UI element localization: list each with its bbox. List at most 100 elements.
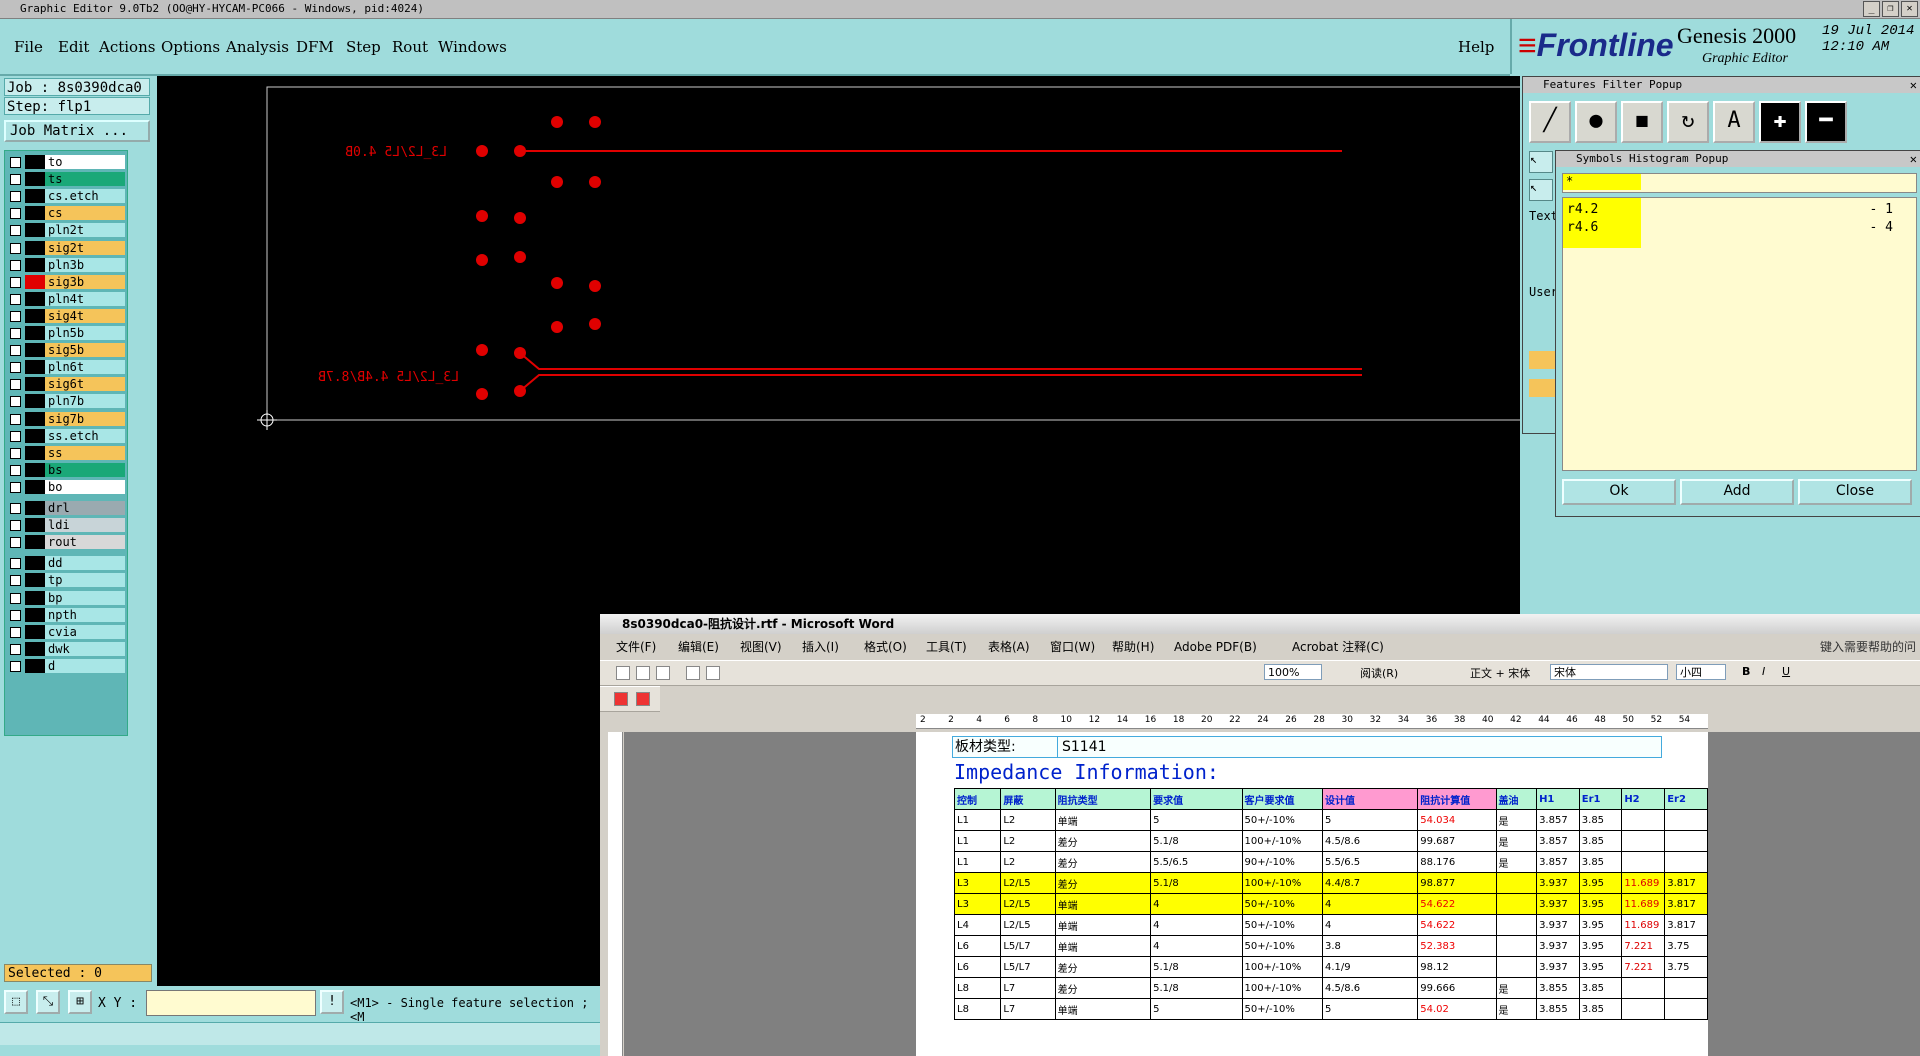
layer-checkbox[interactable] [10,293,21,305]
menu-edit[interactable]: Edit [58,38,89,56]
layer-row-sig5b[interactable]: sig5b [7,343,127,358]
layer-row-sig7b[interactable]: sig7b [7,411,127,427]
layer-checkbox[interactable] [10,276,21,288]
layer-name[interactable]: sig5b [45,343,125,358]
layer-checkbox[interactable] [10,396,21,408]
layer-checkbox[interactable] [10,379,21,391]
word-menu-item[interactable]: 帮助(H) [1112,636,1154,658]
restore-icon[interactable]: ❐ [1882,1,1899,17]
arrow-icon[interactable]: ↖ [1529,179,1553,201]
arc-icon[interactable]: ↻ [1667,101,1709,143]
pdf-icon[interactable] [636,692,650,706]
minus-icon[interactable]: ━ [1805,101,1847,143]
font-select[interactable]: 宋体 [1550,664,1668,680]
layer-row-pln3b[interactable]: pln3b [7,257,127,273]
close-icon[interactable]: ✕ [1901,1,1918,17]
layer-name[interactable]: pln2t [45,223,125,238]
word-menu-item[interactable]: 表格(A) [988,636,1030,658]
word-menu-item[interactable]: Acrobat 注释(C) [1292,636,1384,658]
layer-name[interactable]: rout [45,535,125,550]
layer-row-sig4t[interactable]: sig4t [7,308,127,324]
layer-checkbox[interactable] [10,225,21,237]
pad-icon[interactable]: ● [1575,101,1617,143]
layer-name[interactable]: drl [45,501,125,515]
italic-icon[interactable]: I [1762,665,1765,678]
layer-row-pln7b[interactable]: pln7b [7,394,127,409]
menu-step[interactable]: Step [346,38,381,56]
layer-row-to[interactable]: to [7,155,127,170]
add-button[interactable]: Add [1680,479,1794,505]
layer-name[interactable]: ldi [45,518,125,533]
layer-checkbox[interactable] [10,345,21,357]
list-item[interactable]: r4.2- 1 [1567,202,1897,220]
select-tool-icon[interactable]: ⬚ [4,990,28,1014]
layer-row-dd[interactable]: dd [7,556,127,571]
underline-icon[interactable]: U [1782,665,1790,678]
layer-name[interactable]: dd [45,556,125,571]
layer-name[interactable]: bp [45,590,125,605]
word-menu-item[interactable]: 插入(I) [802,636,839,658]
menu-actions[interactable]: Actions [99,38,155,56]
layer-name[interactable]: to [45,155,125,169]
layer-name[interactable]: pln3b [45,257,125,272]
layer-name[interactable]: bs [45,462,125,477]
read-button[interactable]: 阅读(R) [1360,665,1398,681]
layer-checkbox[interactable] [10,503,21,514]
word-menu-item[interactable]: 编辑(E) [678,636,719,658]
layer-checkbox[interactable] [10,643,21,655]
minimize-icon[interactable]: _ [1863,1,1880,17]
word-menu-item[interactable]: 格式(O) [864,636,907,658]
layer-name[interactable]: pln4t [45,291,125,306]
layer-checkbox[interactable] [10,481,21,493]
layer-row-bs[interactable]: bs [7,462,127,478]
bold-icon[interactable]: B [1742,665,1750,678]
layer-checkbox[interactable] [10,660,21,672]
layer-checkbox[interactable] [10,464,21,476]
layer-checkbox[interactable] [10,592,21,604]
close-icon[interactable]: ✕ [1910,151,1917,167]
color-swatch[interactable] [1529,379,1555,397]
layer-checkbox[interactable] [10,242,21,254]
layer-checkbox[interactable] [10,558,21,570]
layer-checkbox[interactable] [10,191,21,203]
preview-icon[interactable] [706,666,720,680]
close-icon[interactable]: ✕ [1910,77,1917,93]
zoom-select[interactable]: 100% [1264,664,1322,680]
word-menu-item[interactable]: 文件(F) [616,636,656,658]
layer-checkbox[interactable] [10,208,21,220]
layer-checkbox[interactable] [10,362,21,374]
layer-name[interactable]: dwk [45,641,125,656]
layer-checkbox[interactable] [10,575,21,587]
layer-checkbox[interactable] [10,157,21,168]
menu-windows[interactable]: Windows [438,38,507,56]
layer-checkbox[interactable] [10,430,21,442]
word-menu-item[interactable]: Adobe PDF(B) [1174,636,1257,658]
layer-checkbox[interactable] [10,609,21,621]
layer-name[interactable]: ss.etch [45,428,125,443]
layer-row-sig6t[interactable]: sig6t [7,377,127,392]
layer-row-pln6t[interactable]: pln6t [7,360,127,375]
pdf-icon[interactable] [614,692,628,706]
layer-checkbox[interactable] [10,328,21,339]
word-menu-item[interactable]: 工具(T) [926,636,967,658]
layer-name[interactable]: npth [45,607,125,622]
layer-name[interactable]: ss [45,445,125,460]
ok-button[interactable]: Ok [1562,479,1676,505]
save-icon[interactable] [656,666,670,680]
snap-tool-icon[interactable]: ⊞ [68,990,92,1014]
layer-row-d[interactable]: d [7,658,127,674]
layer-checkbox[interactable] [10,174,21,186]
menu-options[interactable]: Options [161,38,220,56]
layer-row-rout[interactable]: rout [7,535,127,550]
color-swatch[interactable] [1529,351,1555,369]
document-page[interactable]: 板材类型: S1141 Impedance Information: 控制 屏蔽阻… [916,732,1708,1056]
layer-row-cs.etch[interactable]: cs.etch [7,189,127,204]
help-search[interactable]: 键入需要帮助的问 [1820,636,1916,658]
word-menu-item[interactable]: 窗口(W) [1050,636,1095,658]
layer-row-ts[interactable]: ts [7,172,127,187]
layer-row-sig2t[interactable]: sig2t [7,240,127,256]
layer-row-tp[interactable]: tp [7,573,127,588]
style-select[interactable]: 正文 + 宋体 [1470,665,1530,681]
layer-name[interactable]: sig7b [45,411,125,426]
layer-name[interactable]: sig4t [45,308,125,323]
